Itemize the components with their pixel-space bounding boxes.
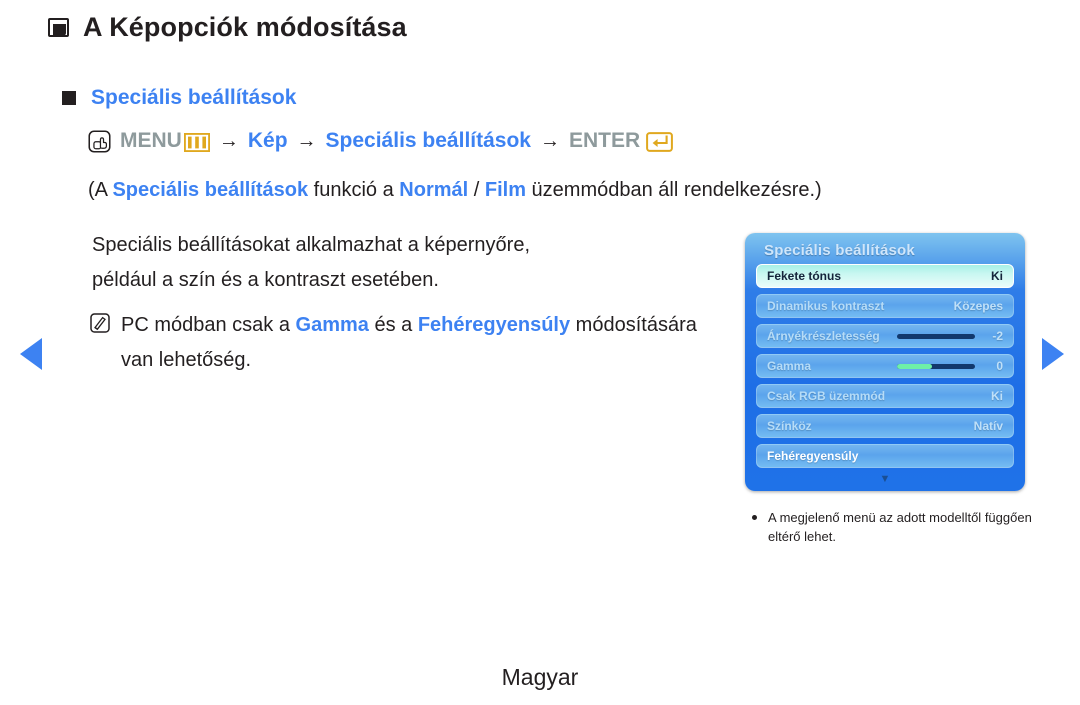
menu-bars-icon xyxy=(183,132,210,152)
osd-row-value: Natív xyxy=(973,419,1003,433)
avail-mid-1: funkció a xyxy=(308,179,400,201)
osd-row-label: Színköz xyxy=(767,419,812,433)
osd-row-label: Gamma xyxy=(767,359,812,373)
osd-row-value: Ki xyxy=(991,389,1003,403)
osd-row-slider[interactable] xyxy=(897,333,975,339)
nn-mid: és a xyxy=(368,314,418,336)
osd-row-list: Fekete tónus Ki Dinamikus kontraszt Közepes… xyxy=(745,259,1025,468)
square-outline-bullet-icon xyxy=(48,18,69,37)
avail-highlight-specialis: Speciális beállítások xyxy=(112,179,309,201)
menu-path-step-kep: Kép xyxy=(247,129,288,152)
tv-osd-panel: Speciális beállítások Fekete tónus Ki Dina… xyxy=(745,233,1025,491)
avail-mid-2: / xyxy=(468,179,485,201)
body-paragraph: Speciális beállításokat alkalmazhat a ké… xyxy=(92,228,712,298)
osd-row-label: Fehéregyensúly xyxy=(767,449,859,463)
page-title-text: A Képopciók módosítása xyxy=(83,12,407,42)
triangle-left-icon[interactable] xyxy=(20,338,42,370)
osd-row-slider[interactable] xyxy=(897,363,975,369)
path-arrow-1: → xyxy=(218,129,239,152)
enter-label: ENTER xyxy=(568,129,641,152)
osd-row-value: Ki xyxy=(991,269,1003,283)
section-heading: Speciális beállítások xyxy=(62,86,296,110)
osd-row[interactable]: Fehéregyensúly xyxy=(756,444,1014,468)
chevron-down-icon[interactable]: ▼ xyxy=(745,474,1025,485)
note-nn-icon xyxy=(90,313,110,333)
bullet-dot-icon xyxy=(752,515,757,520)
page-title: A Képopciók módosítása xyxy=(48,12,407,43)
menu-path: MENU → Kép → Speciális beállítások → ENT… xyxy=(88,129,674,153)
availability-note: (A Speciális beállítások funkció a Normá… xyxy=(88,179,822,202)
osd-slider-fill xyxy=(897,363,933,369)
nn-note-text: PC módban csak a Gamma és a Fehéregyensú… xyxy=(121,308,730,378)
osd-caption: A megjelenő menü az adott modelltől függ… xyxy=(752,508,1052,546)
osd-row-value: 0 xyxy=(996,359,1003,373)
osd-caption-text: A megjelenő menü az adott modelltől függ… xyxy=(768,508,1052,546)
osd-row-value: Közepes xyxy=(953,299,1003,313)
path-arrow-2: → xyxy=(296,129,317,152)
menu-label: MENU xyxy=(120,129,182,152)
avail-prefix: (A xyxy=(88,179,113,201)
nn-highlight-feheregyensuly: Fehéregyensúly xyxy=(417,314,571,336)
avail-highlight-film: Film xyxy=(484,179,526,201)
path-arrow-3: → xyxy=(539,129,560,152)
osd-row[interactable]: Dinamikus kontraszt Közepes xyxy=(756,294,1014,318)
enter-key-icon xyxy=(646,132,674,152)
osd-caption-line-1: A megjelenő menü az adott modelltől xyxy=(768,510,982,525)
avail-suffix: üzemmódban áll rendelkezésre.) xyxy=(525,179,822,201)
footer-language: Magyar xyxy=(501,664,579,690)
nn-highlight-gamma: Gamma xyxy=(295,314,369,336)
osd-row-label: Dinamikus kontraszt xyxy=(767,299,885,313)
section-heading-text: Speciális beállítások xyxy=(91,86,297,109)
osd-row[interactable]: Színköz Natív xyxy=(756,414,1014,438)
osd-row[interactable]: Fekete tónus Ki xyxy=(756,264,1014,288)
avail-highlight-normal: Normál xyxy=(399,179,469,201)
osd-row-label: Fekete tónus xyxy=(767,269,842,283)
square-filled-bullet-icon xyxy=(62,91,76,105)
osd-row-label: Csak RGB üzemmód xyxy=(767,389,886,403)
body-paragraph-line-1: Speciális beállításokat alkalmazhat a ké… xyxy=(92,234,531,256)
osd-row[interactable]: Árnyékrészletesség -2 xyxy=(756,324,1014,348)
nn-note: PC módban csak a Gamma és a Fehéregyensú… xyxy=(90,308,730,378)
osd-row-label: Árnyékrészletesség xyxy=(767,329,880,343)
osd-row-value: -2 xyxy=(992,329,1003,343)
menu-path-step-specialis: Speciális beállítások xyxy=(325,129,531,152)
osd-title: Speciális beállítások xyxy=(764,242,915,259)
osd-row[interactable]: Csak RGB üzemmód Ki xyxy=(756,384,1014,408)
hand-press-button-icon xyxy=(88,129,111,153)
nn-prefix: PC módban csak a xyxy=(121,314,296,336)
triangle-right-icon[interactable] xyxy=(1042,338,1064,370)
osd-row[interactable]: Gamma 0 xyxy=(756,354,1014,378)
body-paragraph-line-2: például a szín és a kontraszt esetében. xyxy=(92,269,439,291)
